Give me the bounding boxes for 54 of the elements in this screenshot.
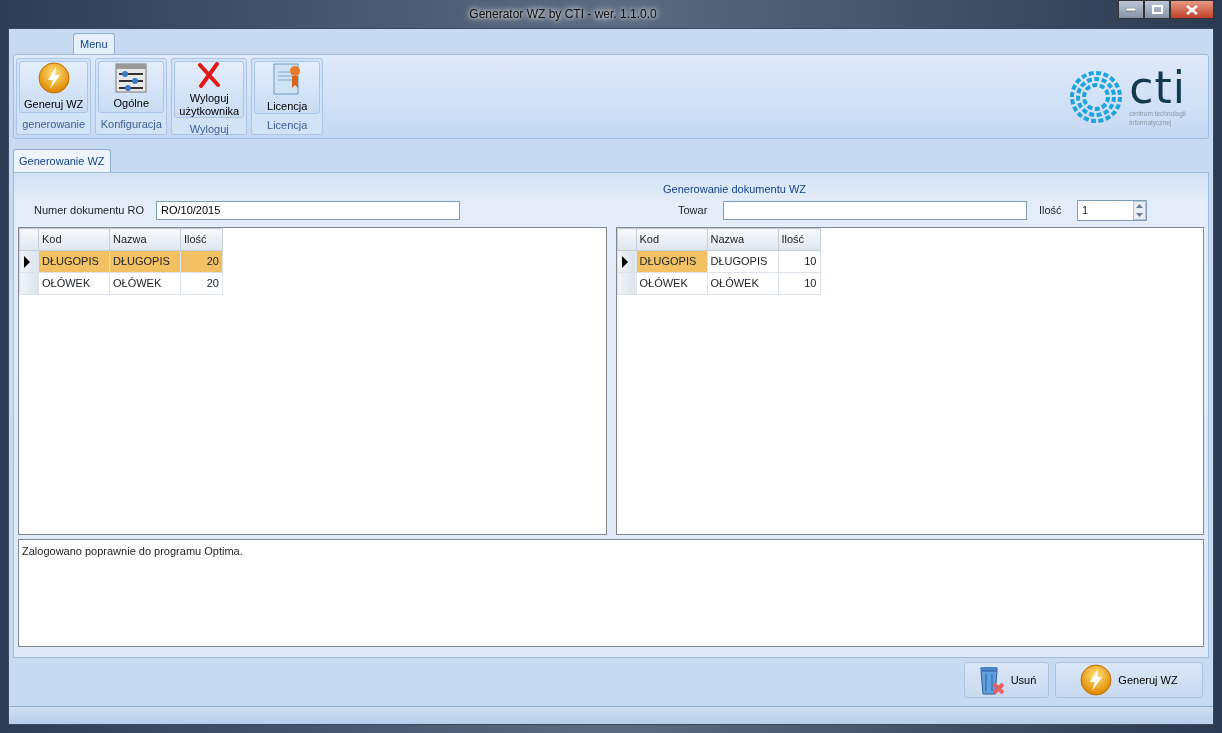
table-cell: 10: [778, 272, 820, 295]
column-header[interactable]: Kod: [38, 228, 110, 251]
column-header[interactable]: Nazwa: [109, 228, 181, 251]
row-header: [617, 228, 636, 251]
row-header: [19, 228, 39, 251]
lightning-icon: [1080, 664, 1113, 696]
maximize-icon: [1151, 5, 1163, 14]
ro-number-field[interactable]: RO/10/2015: [156, 200, 460, 220]
current-row-icon: [620, 256, 629, 269]
row-header[interactable]: [617, 250, 636, 273]
column-header[interactable]: Ilość: [180, 228, 223, 251]
maximize-button[interactable]: [1144, 0, 1170, 19]
minimize-button[interactable]: [1118, 0, 1144, 19]
ribbon-button[interactable]: Ogólne: [98, 61, 165, 113]
field-label: Towar: [678, 202, 709, 218]
towar-field[interactable]: [723, 200, 1027, 220]
table-cell: OŁÓWEK: [707, 272, 778, 295]
table-cell: 10: [778, 250, 820, 273]
table-cell: DŁUGOPIS: [707, 250, 778, 273]
logo-text: cti: [1129, 66, 1186, 111]
ribbon-button[interactable]: Generuj WZ: [19, 61, 89, 113]
action-button[interactable]: Generuj WZ: [1055, 662, 1203, 698]
log-message: Zalogowano poprawnie do programu Optima.: [22, 545, 243, 557]
column-header[interactable]: Ilość: [778, 228, 820, 251]
ribbon-button[interactable]: Wyloguj użytkownika: [174, 61, 245, 119]
document-tab[interactable]: Generowanie WZ: [13, 148, 111, 172]
group-label: generowanie: [21, 116, 87, 132]
section-title: Generowanie dokumentu WZ: [663, 181, 807, 197]
column-header[interactable]: Kod: [636, 228, 707, 251]
close-button[interactable]: [1170, 0, 1214, 19]
table-cell: OŁÓWEK: [636, 272, 707, 295]
cross-icon: [197, 62, 222, 88]
field-label: Numer dokumentu RO: [34, 202, 146, 218]
column-header[interactable]: Nazwa: [707, 228, 778, 251]
group-label: Licencja: [266, 117, 309, 133]
row-header[interactable]: [19, 250, 39, 273]
window-title: Generator WZ by CTI - wer. 1.1.0.0: [468, 6, 658, 23]
sliders-icon: [115, 63, 148, 94]
action-button[interactable]: Usuń: [964, 662, 1049, 698]
field-label: Ilość: [1039, 202, 1063, 218]
ribbon-tab[interactable]: Menu: [73, 32, 115, 54]
group-label: Wyloguj: [188, 122, 230, 138]
minimize-icon: [1126, 7, 1136, 12]
table-cell: OŁÓWEK: [38, 272, 110, 295]
ring-logo-icon: [1069, 69, 1124, 124]
close-icon: [1186, 4, 1198, 15]
table-cell: OŁÓWEK: [109, 272, 181, 295]
table-cell: 20: [180, 272, 223, 295]
quantity-spinner[interactable]: 1: [1077, 199, 1147, 221]
current-row-icon: [23, 256, 31, 269]
certificate-icon: [272, 62, 303, 96]
group-label: Konfiguracja: [99, 116, 163, 132]
lightning-icon: [37, 62, 70, 95]
ribbon-button[interactable]: Licencja: [254, 61, 321, 114]
